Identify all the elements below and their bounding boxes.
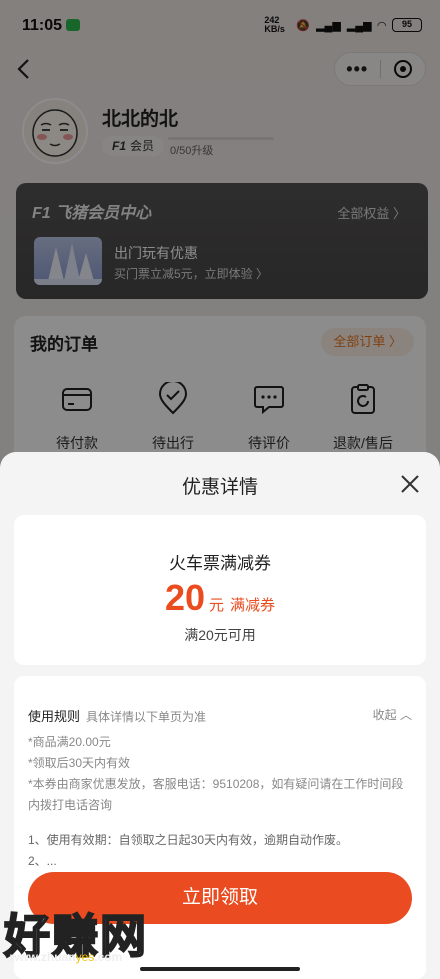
rules-heading: 使用规则 具体详情以下单页为准 xyxy=(28,706,206,725)
coupon-amount-unit: 元 xyxy=(209,597,225,614)
rule-line: *领取后30天内有效 xyxy=(28,756,131,770)
coupon-amount-value: 20 xyxy=(164,577,205,618)
close-icon[interactable] xyxy=(398,472,422,496)
rule-numbered: 2、... xyxy=(28,854,57,868)
home-indicator xyxy=(140,967,300,971)
watermark-url: www.zhuanyes.com xyxy=(10,950,122,964)
rules-body: *商品满20.00元 *领取后30天内有效 *本券由商家优惠发放，客服电话：95… xyxy=(28,732,412,872)
site-watermark: 好赚网 www.zhuanyes.com xyxy=(3,900,204,964)
coupon-condition: 满20元可用 xyxy=(184,627,256,643)
coupon-amount: 20 元满减券 xyxy=(14,577,426,619)
collapse-button[interactable]: 收起 ︿ xyxy=(373,706,412,723)
rule-numbered: 1、使用有效期：自领取之日起30天内有效，逾期自动作废。 xyxy=(28,833,349,847)
rule-line: *商品满20.00元 xyxy=(28,735,111,749)
watermark-url-accent: yes xyxy=(75,950,95,964)
rule-line: *本券由商家优惠发放，客服电话：9510208，如有疑问请在工作时间段内拨打电话… xyxy=(28,777,404,812)
rules-title: 使用规则 xyxy=(28,709,81,724)
rules-subtitle: 具体详情以下单页为准 xyxy=(86,710,207,724)
watermark-url-prefix: www.zhuan xyxy=(10,950,76,964)
coupon-type: 满减券 xyxy=(230,597,276,614)
sheet-title: 优惠详情 xyxy=(181,477,258,498)
coupon-name: 火车票满减券 xyxy=(169,554,271,573)
watermark-url-suffix: .com xyxy=(94,950,123,964)
coupon-card: 火车票满减券 20 元满减券 满20元可用 xyxy=(14,515,426,665)
